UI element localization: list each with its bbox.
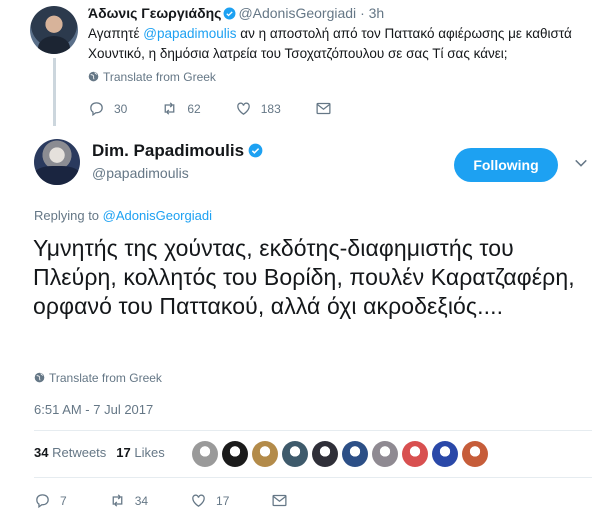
parent-retweet-button[interactable]: 62 [161,100,201,117]
reply-icon [90,102,103,117]
liker-avatar[interactable] [402,441,428,467]
parent-tweet[interactable]: Άδωνις Γεωργιάδης @AdonisGeorgiadi · 3h Α… [0,0,611,128]
parent-tweet-text: Αγαπητέ @papadimoulis αν η αποστολή από … [88,24,603,64]
main-reply-count: 7 [60,493,67,508]
liker-avatar[interactable] [462,441,488,467]
verified-badge-icon [248,143,263,158]
retweet-icon [112,494,123,507]
parent-message-button[interactable] [315,100,341,117]
parent-action-bar: 30 62 183 [88,100,375,117]
liker-avatar[interactable] [312,441,338,467]
parent-translate-link[interactable]: Translate from Greek [88,70,216,84]
parent-retweet-count: 62 [187,101,201,116]
following-button[interactable]: Following [454,148,558,182]
main-action-bar: 7 34 17 [34,492,339,509]
verified-badge-icon [223,7,236,20]
parent-tweet-header: Άδωνις Γεωργιάδης @AdonisGeorgiadi · 3h [88,5,384,21]
liker-avatar[interactable] [252,441,278,467]
main-translate-link[interactable]: Translate from Greek [34,371,162,385]
reply-icon [36,494,49,509]
thread-connector-line [53,58,56,126]
globe-icon [34,372,45,383]
retweets-stat-label: Retweets [52,445,107,460]
main-translate-label: Translate from Greek [49,371,162,385]
envelope-icon [316,102,331,115]
liker-avatar[interactable] [192,441,218,467]
parent-author-avatar[interactable] [30,6,78,54]
parent-translate-label: Translate from Greek [103,70,216,84]
stats-bottom-divider [34,477,592,478]
heart-icon [236,102,250,115]
parent-reply-count: 30 [114,101,128,116]
liker-avatar[interactable] [372,441,398,467]
tweet-timestamp[interactable]: 6:51 AM - 7 Jul 2017 [34,402,153,417]
envelope-icon [272,494,287,507]
likes-stat-count: 17 [116,445,131,460]
parent-reply-button[interactable]: 30 [88,100,127,117]
parent-text-before: Αγαπητέ [88,26,144,41]
replying-label: Replying to [34,208,103,223]
parent-author-handle[interactable]: @AdonisGeorgiadi [238,5,356,21]
main-reply-button[interactable]: 7 [34,492,67,509]
parent-tweet-time[interactable]: 3h [369,5,385,21]
main-author-name-row[interactable]: Dim. Papadimoulis [92,141,265,161]
liker-avatar[interactable] [222,441,248,467]
main-author-avatar[interactable] [34,139,80,185]
globe-icon [88,71,99,82]
main-like-count: 17 [216,493,230,508]
main-author-name[interactable]: Dim. Papadimoulis [92,141,244,160]
likes-stat-label: Likes [134,445,165,460]
heart-icon [192,494,205,507]
liker-avatar[interactable] [432,441,458,467]
main-message-button[interactable] [271,492,297,509]
chevron-down-icon[interactable] [574,156,588,170]
engagement-stats: 34 Retweets 17 Likes [34,445,165,460]
main-like-button[interactable]: 17 [190,492,229,509]
retweets-stat-count: 34 [34,445,49,460]
retweet-icon [164,102,175,115]
main-retweet-button[interactable]: 34 [109,492,148,509]
mention-link[interactable]: @papadimoulis [143,26,236,41]
likes-stat[interactable]: 17 Likes [116,445,164,460]
liker-avatar[interactable] [342,441,368,467]
main-author-handle[interactable]: @papadimoulis [92,165,189,181]
main-retweet-count: 34 [134,493,149,508]
main-tweet-text: Υμνητής της χούντας, εκδότης-διαφημιστής… [33,235,575,319]
liker-avatars [192,441,492,467]
liker-avatar[interactable] [282,441,308,467]
replying-to-line: Replying to @AdonisGeorgiadi [34,208,212,223]
replying-to-mention[interactable]: @AdonisGeorgiadi [103,208,212,223]
retweets-stat[interactable]: 34 Retweets [34,445,106,460]
time-separator: · [360,5,365,21]
stats-top-divider [34,430,592,431]
parent-like-button[interactable]: 183 [235,100,281,117]
parent-author-name[interactable]: Άδωνις Γεωργιάδης [88,5,221,21]
parent-like-count: 183 [260,101,281,116]
